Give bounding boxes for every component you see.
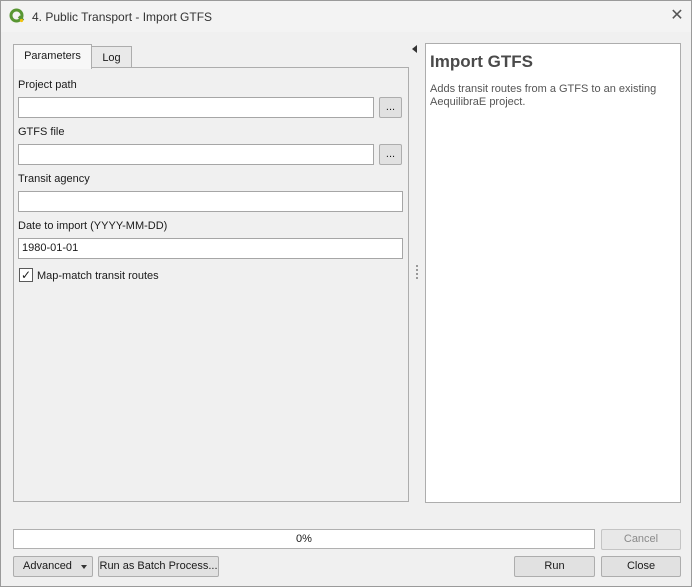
progress-bar: 0% xyxy=(13,529,595,549)
run-button[interactable]: Run xyxy=(514,556,595,577)
qgis-logo-icon xyxy=(9,8,25,23)
chevron-down-icon xyxy=(81,565,87,569)
advanced-dropdown-button[interactable]: Advanced xyxy=(13,556,93,577)
help-panel: Import GTFS Adds transit routes from a G… xyxy=(425,43,681,503)
parameters-panel xyxy=(13,67,409,502)
map-match-checkbox[interactable]: ✓ xyxy=(19,268,33,282)
title-bar: 4. Public Transport - Import GTFS ✕ xyxy=(1,1,691,32)
transit-agency-input[interactable] xyxy=(18,191,403,212)
project-path-label: Project path xyxy=(18,79,77,91)
collapse-arrow-icon[interactable] xyxy=(412,45,417,53)
map-match-label[interactable]: Map-match transit routes xyxy=(37,270,159,282)
transit-agency-label: Transit agency xyxy=(18,173,90,185)
project-path-input[interactable] xyxy=(18,97,374,118)
date-to-import-input[interactable]: 1980-01-01 xyxy=(18,238,403,259)
project-path-browse-button[interactable]: ... xyxy=(379,97,402,118)
advanced-button-label: Advanced xyxy=(23,560,72,572)
cancel-button[interactable]: Cancel xyxy=(601,529,681,550)
tab-log[interactable]: Log xyxy=(91,46,132,69)
help-title: Import GTFS xyxy=(430,52,533,71)
gtfs-file-browse-button[interactable]: ... xyxy=(379,144,402,165)
tab-parameters[interactable]: Parameters xyxy=(13,44,92,69)
gtfs-file-label: GTFS file xyxy=(18,126,65,138)
date-to-import-label: Date to import (YYYY-MM-DD) xyxy=(18,220,168,232)
gtfs-file-input[interactable] xyxy=(18,144,374,165)
dialog-window: 4. Public Transport - Import GTFS ✕ Para… xyxy=(0,0,692,587)
splitter-handle[interactable] xyxy=(416,265,418,279)
window-title: 4. Public Transport - Import GTFS xyxy=(32,10,213,24)
close-icon[interactable]: ✕ xyxy=(665,6,689,26)
run-as-batch-button[interactable]: Run as Batch Process... xyxy=(98,556,219,577)
close-button[interactable]: Close xyxy=(601,556,681,577)
help-description: Adds transit routes from a GTFS to an ex… xyxy=(430,83,657,108)
